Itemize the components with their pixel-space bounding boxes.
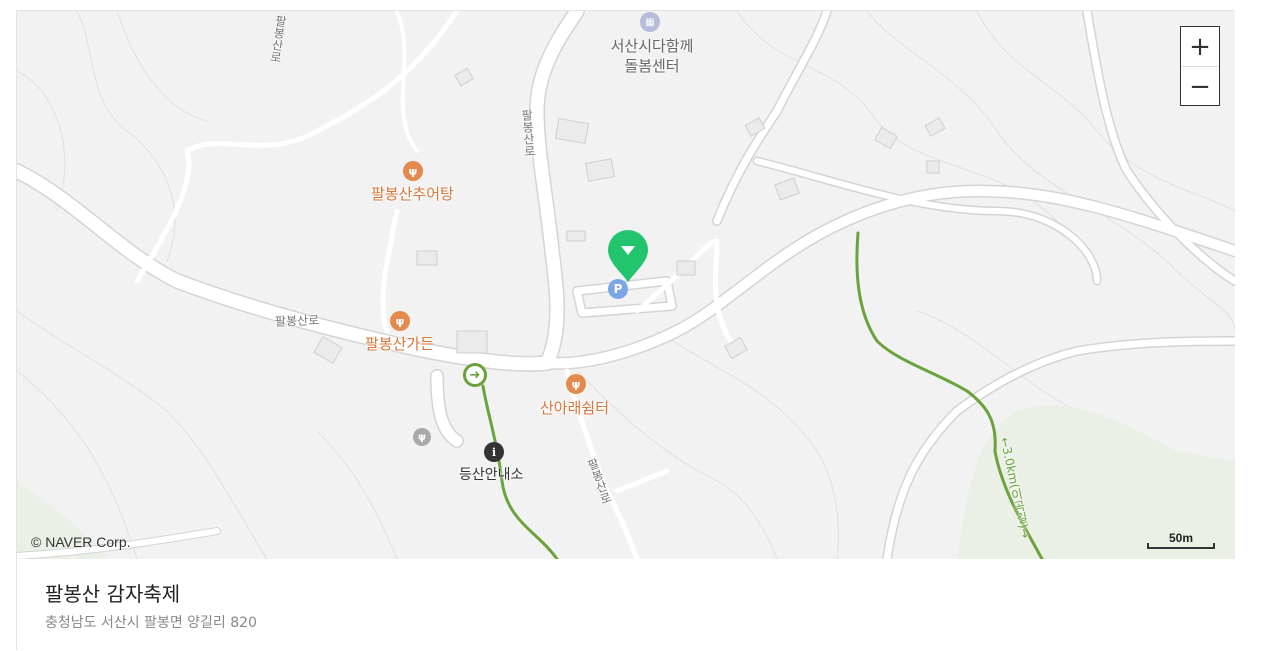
fork-knife-icon[interactable]: ψ (403, 161, 423, 181)
road-label-left-horizontal: 팔봉산로 (274, 313, 320, 329)
poi-restaurant-label[interactable]: 팔봉산추어탕 (371, 183, 454, 204)
poi-care-center-label[interactable]: 서산시다함께 돌봄센터 (602, 36, 702, 76)
poi-info-center-label[interactable]: 등산안내소 (459, 464, 523, 484)
trail-start-arrow-icon[interactable]: ➜ (463, 363, 487, 387)
place-name: 팔봉산 감자축제 (45, 582, 181, 606)
place-address: 충청남도 서산시 팔봉면 양길리 820 (45, 615, 257, 631)
zoom-out-button[interactable]: − (1181, 67, 1219, 106)
map-view[interactable]: 팔봉산로 팔봉산로 팔봉산로 팔봉산로 ←3.0km(이곡길)→ ▦ 서산시다함… (17, 11, 1235, 559)
building-icon[interactable]: ▦ (640, 12, 660, 32)
map-copyright[interactable]: © NAVER Corp. (31, 534, 131, 550)
parking-label: P (613, 282, 623, 296)
destination-marker-icon[interactable] (607, 230, 649, 284)
road-label-center-vertical: 팔봉산로 (519, 108, 537, 158)
poi-restaurant-label[interactable]: 산아래쉼터 (540, 397, 609, 418)
zoom-control: + − (1180, 26, 1220, 106)
place-info: 팔봉산 감자축제 충청남도 서산시 팔봉면 양길리 820 (17, 559, 1235, 651)
fork-knife-icon[interactable]: ψ (413, 428, 431, 446)
map-scale: 50m (1147, 531, 1215, 549)
fork-knife-icon[interactable]: ψ (566, 374, 586, 394)
map-card: 팔봉산로 팔봉산로 팔봉산로 팔봉산로 ←3.0km(이곡길)→ ▦ 서산시다함… (16, 10, 1235, 651)
zoom-in-button[interactable]: + (1181, 27, 1219, 67)
fork-knife-icon[interactable]: ψ (390, 311, 410, 331)
info-icon[interactable]: i (484, 442, 504, 462)
scale-bar (1147, 543, 1215, 549)
poi-restaurant-label[interactable]: 팔봉산가든 (365, 333, 434, 354)
